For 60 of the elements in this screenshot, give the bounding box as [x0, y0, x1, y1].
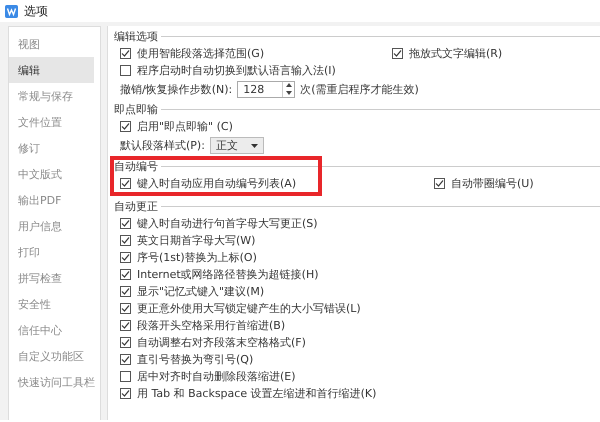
- sidebar-item[interactable]: 输出PDF: [9, 187, 100, 213]
- section-title: 自动更正: [114, 199, 158, 214]
- checkbox[interactable]: [434, 178, 445, 189]
- checkbox[interactable]: [120, 354, 131, 365]
- checkbox[interactable]: [120, 286, 131, 297]
- checkbox[interactable]: [120, 121, 131, 132]
- sidebar-item[interactable]: 文件位置: [9, 109, 100, 135]
- checkbox[interactable]: [120, 65, 131, 76]
- window-title: 选项: [24, 2, 48, 20]
- sidebar-item[interactable]: 拼写检查: [9, 265, 100, 291]
- checkbox-label: 段落开头空格采用行首缩进(B): [137, 318, 286, 333]
- checkbox[interactable]: [120, 235, 131, 246]
- checkbox-label: 使用智能段落选择范围(G): [137, 46, 264, 61]
- field-label: 默认段落样式(P):: [120, 138, 205, 153]
- sidebar-item[interactable]: 打印: [9, 239, 100, 265]
- sidebar-item[interactable]: 安全性: [9, 291, 100, 317]
- checkbox-label: 居中对齐时自动删除段落缩进(E): [137, 369, 296, 384]
- checkbox[interactable]: [120, 337, 131, 348]
- checkbox-label: 程序启动时自动切换到默认语言输入法(I): [137, 63, 336, 78]
- checkbox[interactable]: [120, 320, 131, 331]
- checkbox-label: Internet或网络路径替换为超链接(H): [137, 267, 319, 282]
- sidebar-item[interactable]: 编辑: [9, 57, 94, 83]
- checkbox-label: 自动带圈编号(U): [451, 176, 534, 191]
- checkbox[interactable]: [120, 48, 131, 59]
- number-spinner[interactable]: 128: [237, 80, 296, 98]
- sidebar-item[interactable]: 常规与保存: [9, 83, 100, 109]
- sidebar-item[interactable]: 信任中心: [9, 317, 100, 343]
- checkbox[interactable]: [120, 371, 131, 382]
- sidebar-item[interactable]: 修订: [9, 135, 100, 161]
- checkbox-label: 直引号替换为弯引号(Q): [137, 352, 254, 367]
- section-title: 即点即输: [114, 102, 158, 117]
- field-note: 次(需重启程序才能生效): [300, 82, 419, 96]
- checkbox-label: 英文日期首字母大写(W): [137, 233, 256, 248]
- checkbox-label: 用 Tab 和 Backspace 设置左缩进和首行缩进(K): [137, 386, 376, 401]
- checkbox-label: 键入时自动应用自动编号列表(A): [137, 176, 296, 191]
- checkbox-label: 键入时自动进行句首字母大写更正(S): [137, 216, 318, 231]
- checkbox-label: 显示"记忆式键入"建议(M): [137, 284, 264, 299]
- checkbox[interactable]: [120, 252, 131, 263]
- checkbox[interactable]: [120, 303, 131, 314]
- sidebar-item[interactable]: 自定义功能区: [9, 343, 100, 369]
- checkbox-label: 拖放式文字编辑(R): [409, 46, 502, 61]
- sidebar-item[interactable]: 用户信息: [9, 213, 100, 239]
- style-dropdown[interactable]: 正文: [210, 137, 264, 154]
- app-logo-icon: [5, 4, 18, 18]
- checkbox[interactable]: [120, 178, 131, 189]
- checkbox-label: 序号(1st)替换为上标(O): [137, 250, 257, 265]
- checkbox-label: 更正意外使用大写锁定键产生的大小写错误(L): [137, 301, 361, 316]
- sidebar-item[interactable]: 快速访问工具栏: [9, 369, 100, 395]
- sidebar-item[interactable]: 视图: [9, 31, 100, 57]
- field-label: 撤销/恢复操作步数(N):: [120, 82, 232, 96]
- section-title: 自动编号: [114, 159, 158, 174]
- caret-icon: [250, 144, 258, 148]
- checkbox-label: 自动调整右对齐段落末空格格式(F): [137, 335, 306, 350]
- checkbox-label: 启用"即点即输" (C): [137, 119, 233, 134]
- section-title: 编辑选项: [114, 29, 158, 44]
- checkbox[interactable]: [120, 388, 131, 399]
- sidebar-item[interactable]: 中文版式: [9, 161, 100, 187]
- checkbox[interactable]: [120, 269, 131, 280]
- checkbox[interactable]: [392, 48, 403, 59]
- checkbox[interactable]: [120, 218, 131, 229]
